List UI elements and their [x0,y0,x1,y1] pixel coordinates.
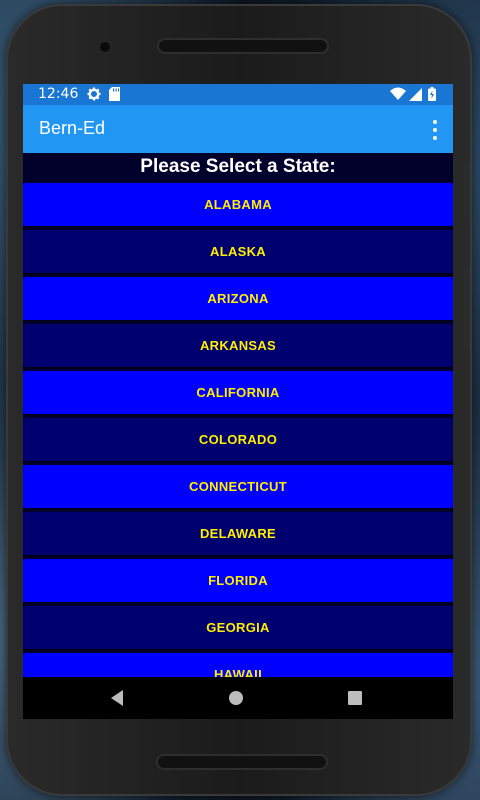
home-icon[interactable] [229,691,243,705]
state-button-arizona[interactable]: ARIZONA [23,277,453,320]
state-button-california[interactable]: CALIFORNIA [23,371,453,414]
battery-icon [428,87,436,104]
status-bar: 12:46 [23,84,453,105]
state-list[interactable]: ALABAMA ALASKA ARIZONA ARKANSAS CALIFORN… [23,183,453,677]
overflow-menu-icon[interactable] [431,120,439,140]
signal-icon [409,87,422,104]
back-icon[interactable] [111,690,123,706]
state-button-delaware[interactable]: DELAWARE [23,512,453,555]
app-bar: Bern-Ed [23,105,453,153]
page-title: Please Select a State: [23,153,453,181]
state-button-arkansas[interactable]: ARKANSAS [23,324,453,367]
screen: 12:46 Bern-Ed Please Select a State: ALA… [23,84,453,719]
earpiece-speaker [159,40,327,52]
wifi-icon [390,87,406,104]
state-button-alaska[interactable]: ALASKA [23,230,453,273]
recents-icon[interactable] [348,691,362,705]
state-button-colorado[interactable]: COLORADO [23,418,453,461]
state-button-connecticut[interactable]: CONNECTICUT [23,465,453,508]
state-button-alabama[interactable]: ALABAMA [23,183,453,226]
state-selection-content: Please Select a State: ALABAMA ALASKA AR… [23,153,453,677]
navigation-bar [23,677,453,719]
state-button-florida[interactable]: FLORIDA [23,559,453,602]
app-title: Bern-Ed [39,118,106,138]
state-button-georgia[interactable]: GEORGIA [23,606,453,649]
power-button [464,266,470,348]
settings-icon [87,87,101,104]
front-camera [100,42,110,52]
status-time: 12:46 [38,86,79,102]
volume-button [464,164,470,219]
bottom-speaker [158,756,326,768]
sd-card-icon [109,87,120,104]
state-button-hawaii[interactable]: HAWAII [23,653,453,677]
